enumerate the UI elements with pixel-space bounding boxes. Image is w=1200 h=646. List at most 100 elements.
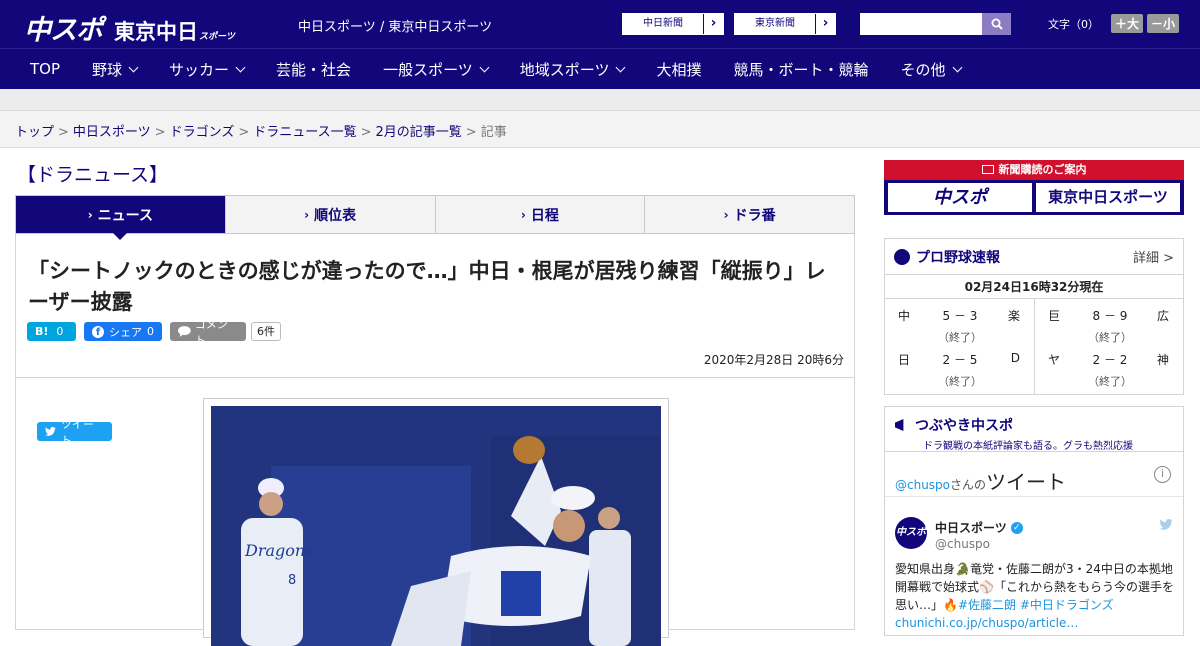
games-grid: 中 5 － 3 楽 （終了） 日 2 － 5 D （終了） 巨 8 － 9 広 xyxy=(885,299,1183,395)
game-row[interactable]: ヤ 2 － 2 神 （終了） xyxy=(1035,351,1183,395)
twitter-bird-icon[interactable] xyxy=(1159,519,1173,530)
tweet-author-name[interactable]: 中日スポーツ ✓ xyxy=(935,519,1023,536)
photo-image: Dragons 8 xyxy=(211,406,661,646)
tweet-author-handle[interactable]: @chuspo xyxy=(935,537,990,551)
twitter-bird-icon xyxy=(45,427,56,436)
nav-item-sumo[interactable]: 大相撲 xyxy=(656,59,701,80)
tab-news[interactable]: › ニュース xyxy=(16,196,225,240)
font-smaller-button[interactable]: －小 xyxy=(1147,14,1180,33)
scoreboard-title: プロ野球速報 xyxy=(916,249,1000,266)
nav-item-entertainment[interactable]: 芸能・社会 xyxy=(276,59,351,80)
logo-chuspo: 中スポ xyxy=(24,15,103,46)
svg-text:Dragons: Dragons xyxy=(244,541,313,560)
nav-item-other[interactable]: その他 xyxy=(901,59,962,80)
tweets-widget-subtitle: ドラ観戦の本紙評論家も語る。グラも熱烈応援 xyxy=(923,441,1133,452)
tokyo-shimbun-link[interactable]: 東京新聞 › xyxy=(734,13,836,35)
baseball-photo-illustration: Dragons 8 xyxy=(211,406,661,646)
breadcrumb-link[interactable]: 中日スポーツ xyxy=(73,125,151,140)
arrow-right-icon: › xyxy=(520,207,526,222)
tab-standings[interactable]: › 順位表 xyxy=(224,196,435,233)
article-date: 2020年2月28日 20時6分 xyxy=(703,353,844,367)
font-size-label: 文字（0） xyxy=(1048,17,1099,31)
tweet-text: 愛知県出身🐊竜党・佐藤二朗が3・24中日の本拠地開幕戦で始球式⚾「これから熱をも… xyxy=(895,562,1174,630)
site-logo[interactable]: 中スポ 東京中日スポーツ xyxy=(24,8,235,47)
breadcrumb-current: 記事 xyxy=(480,125,507,140)
promo-title: 新聞購読のご案内 xyxy=(884,161,1184,179)
promo-chuspo-button[interactable]: 中スポ xyxy=(888,183,1032,212)
nav-item-baseball[interactable]: 野球 xyxy=(92,59,139,80)
twitter-timeline-header: @chuspoさんのツイート i xyxy=(885,452,1183,497)
tweets-widget-header: つぶやき中スポ ドラ観戦の本紙評論家も語る。グラも熱烈応援 xyxy=(885,407,1183,452)
arrow-right-icon: › xyxy=(723,207,729,222)
nav-item-general-sports[interactable]: 一般スポーツ xyxy=(383,59,490,80)
arrow-right-icon: › xyxy=(304,207,310,222)
breadcrumb-link[interactable]: ドラニュース一覧 xyxy=(253,125,356,140)
newspaper-icon xyxy=(981,165,994,174)
scoreboard-details-link[interactable]: 詳細 > xyxy=(1133,247,1174,266)
comment-count: 6件 xyxy=(251,322,281,341)
tweets-widget: つぶやき中スポ ドラ観戦の本紙評論家も語る。グラも熱烈応援 @chuspoさんの… xyxy=(884,406,1184,636)
search-icon xyxy=(991,18,1003,30)
scoreboard-header: プロ野球速報 詳細 > xyxy=(885,239,1183,275)
avatar[interactable]: 中スポ xyxy=(895,517,927,549)
sidebar: 新聞購読のご案内 中スポ 東京中日スポーツ プロ野球速報 詳細 > 02月24日… xyxy=(884,160,1184,636)
tab-dora-ban[interactable]: › ドラ番 xyxy=(644,196,854,233)
facebook-icon: f xyxy=(92,325,104,338)
font-size-control: 文字（0） ＋大 －小 xyxy=(1048,14,1180,33)
scoreboard-time: 02月24日16時32分現在 xyxy=(885,275,1183,299)
baseball-scoreboard: プロ野球速報 詳細 > 02月24日16時32分現在 中 5 － 3 楽 （終了… xyxy=(884,238,1184,395)
section-title: 【ドラニュース】 xyxy=(17,164,169,186)
chevron-right-icon: › xyxy=(704,14,723,34)
nav-item-soccer[interactable]: サッカー xyxy=(169,59,246,80)
arrow-right-icon: › xyxy=(87,207,93,222)
nav-item-racing[interactable]: 競馬・ボート・競輪 xyxy=(733,59,868,80)
nav-item-top[interactable]: TOP xyxy=(30,60,60,78)
verified-icon: ✓ xyxy=(1010,521,1023,534)
site-links[interactable]: 中日スポーツ / 東京中日スポーツ xyxy=(298,16,492,35)
chevron-down-icon xyxy=(128,62,139,72)
comment-button[interactable]: コメント xyxy=(170,318,246,347)
breadcrumb-link[interactable]: トップ xyxy=(15,125,54,140)
main-nav: TOP 野球 サッカー 芸能・社会 一般スポーツ 地域スポーツ 大相撲 競馬・ボ… xyxy=(0,48,1200,89)
chevron-right-icon: › xyxy=(816,14,835,34)
baseball-icon xyxy=(894,248,910,265)
facebook-share-button[interactable]: f シェア 0 xyxy=(84,322,162,341)
chunichi-shimbun-link[interactable]: 中日新聞 › xyxy=(622,13,724,35)
tweet-button[interactable]: ツイート xyxy=(37,418,112,447)
article-photo[interactable]: Dragons 8 xyxy=(203,398,669,646)
hatena-bookmark-button[interactable]: B! 0 xyxy=(27,322,76,341)
chevron-down-icon xyxy=(479,62,490,72)
chevron-down-icon xyxy=(235,62,246,72)
megaphone-icon xyxy=(895,419,904,431)
tweet-link[interactable]: chunichi.co.jp/chuspo/article… xyxy=(895,616,1078,630)
share-buttons: ツイート B! 0 f シェア 0 コメント 6件 xyxy=(27,318,281,447)
article-headline: 「シートノックのときの感じが違ったので…」中日・根尾が居残り練習「縦振り」レーザ… xyxy=(28,259,826,314)
font-larger-button[interactable]: ＋大 xyxy=(1111,14,1144,33)
breadcrumb: トップ > 中日スポーツ > ドラゴンズ > ドラニュース一覧 >2月の記事一覧 > 記事 xyxy=(0,111,1200,148)
chevron-down-icon xyxy=(616,62,626,72)
promo-tokyo-chunichi-button[interactable]: 東京中日スポーツ xyxy=(1036,183,1180,212)
breadcrumb-link[interactable]: 2月の記事一覧 xyxy=(376,125,462,140)
nav-item-local-sports[interactable]: 地域スポーツ xyxy=(520,59,626,80)
speech-bubble-icon xyxy=(178,326,191,337)
game-row[interactable]: 日 2 － 5 D （終了） xyxy=(885,351,1034,395)
tweet-hashtags[interactable]: #佐藤二朗 #中日ドラゴンズ xyxy=(958,598,1114,612)
divider xyxy=(16,377,854,378)
twitter-user-link[interactable]: @chuspo xyxy=(895,478,950,492)
search-button[interactable] xyxy=(982,13,1011,35)
game-row[interactable]: 巨 8 － 9 広 （終了） xyxy=(1035,307,1183,351)
ad-strip xyxy=(0,89,1200,111)
game-row[interactable]: 中 5 － 3 楽 （終了） xyxy=(885,307,1034,351)
breadcrumb-link[interactable]: ドラゴンズ xyxy=(170,125,235,140)
chevron-down-icon xyxy=(952,62,962,72)
article: 「シートノックのときの感じが違ったので…」中日・根尾が居残り練習「縦振り」レーザ… xyxy=(15,234,855,646)
logo-tokyo-chunichi: 東京中日スポーツ xyxy=(114,20,235,44)
info-icon[interactable]: i xyxy=(1154,466,1171,483)
tab-schedule[interactable]: › 日程 xyxy=(434,196,645,233)
svg-text:8: 8 xyxy=(288,573,296,588)
section-tabs: › ニュース › 順位表 › 日程 › ドラ番 xyxy=(15,195,855,240)
subscription-promo: 新聞購読のご案内 中スポ 東京中日スポーツ xyxy=(884,160,1184,215)
search-input[interactable] xyxy=(860,13,982,35)
top-header: 中スポ 東京中日スポーツ 中日スポーツ / 東京中日スポーツ 中日新聞 › 東京新… xyxy=(0,0,1200,48)
main-content: 【ドラニュース】 › ニュース › 順位表 › 日程 › ドラ番 「シートノックのときの… xyxy=(15,148,855,646)
